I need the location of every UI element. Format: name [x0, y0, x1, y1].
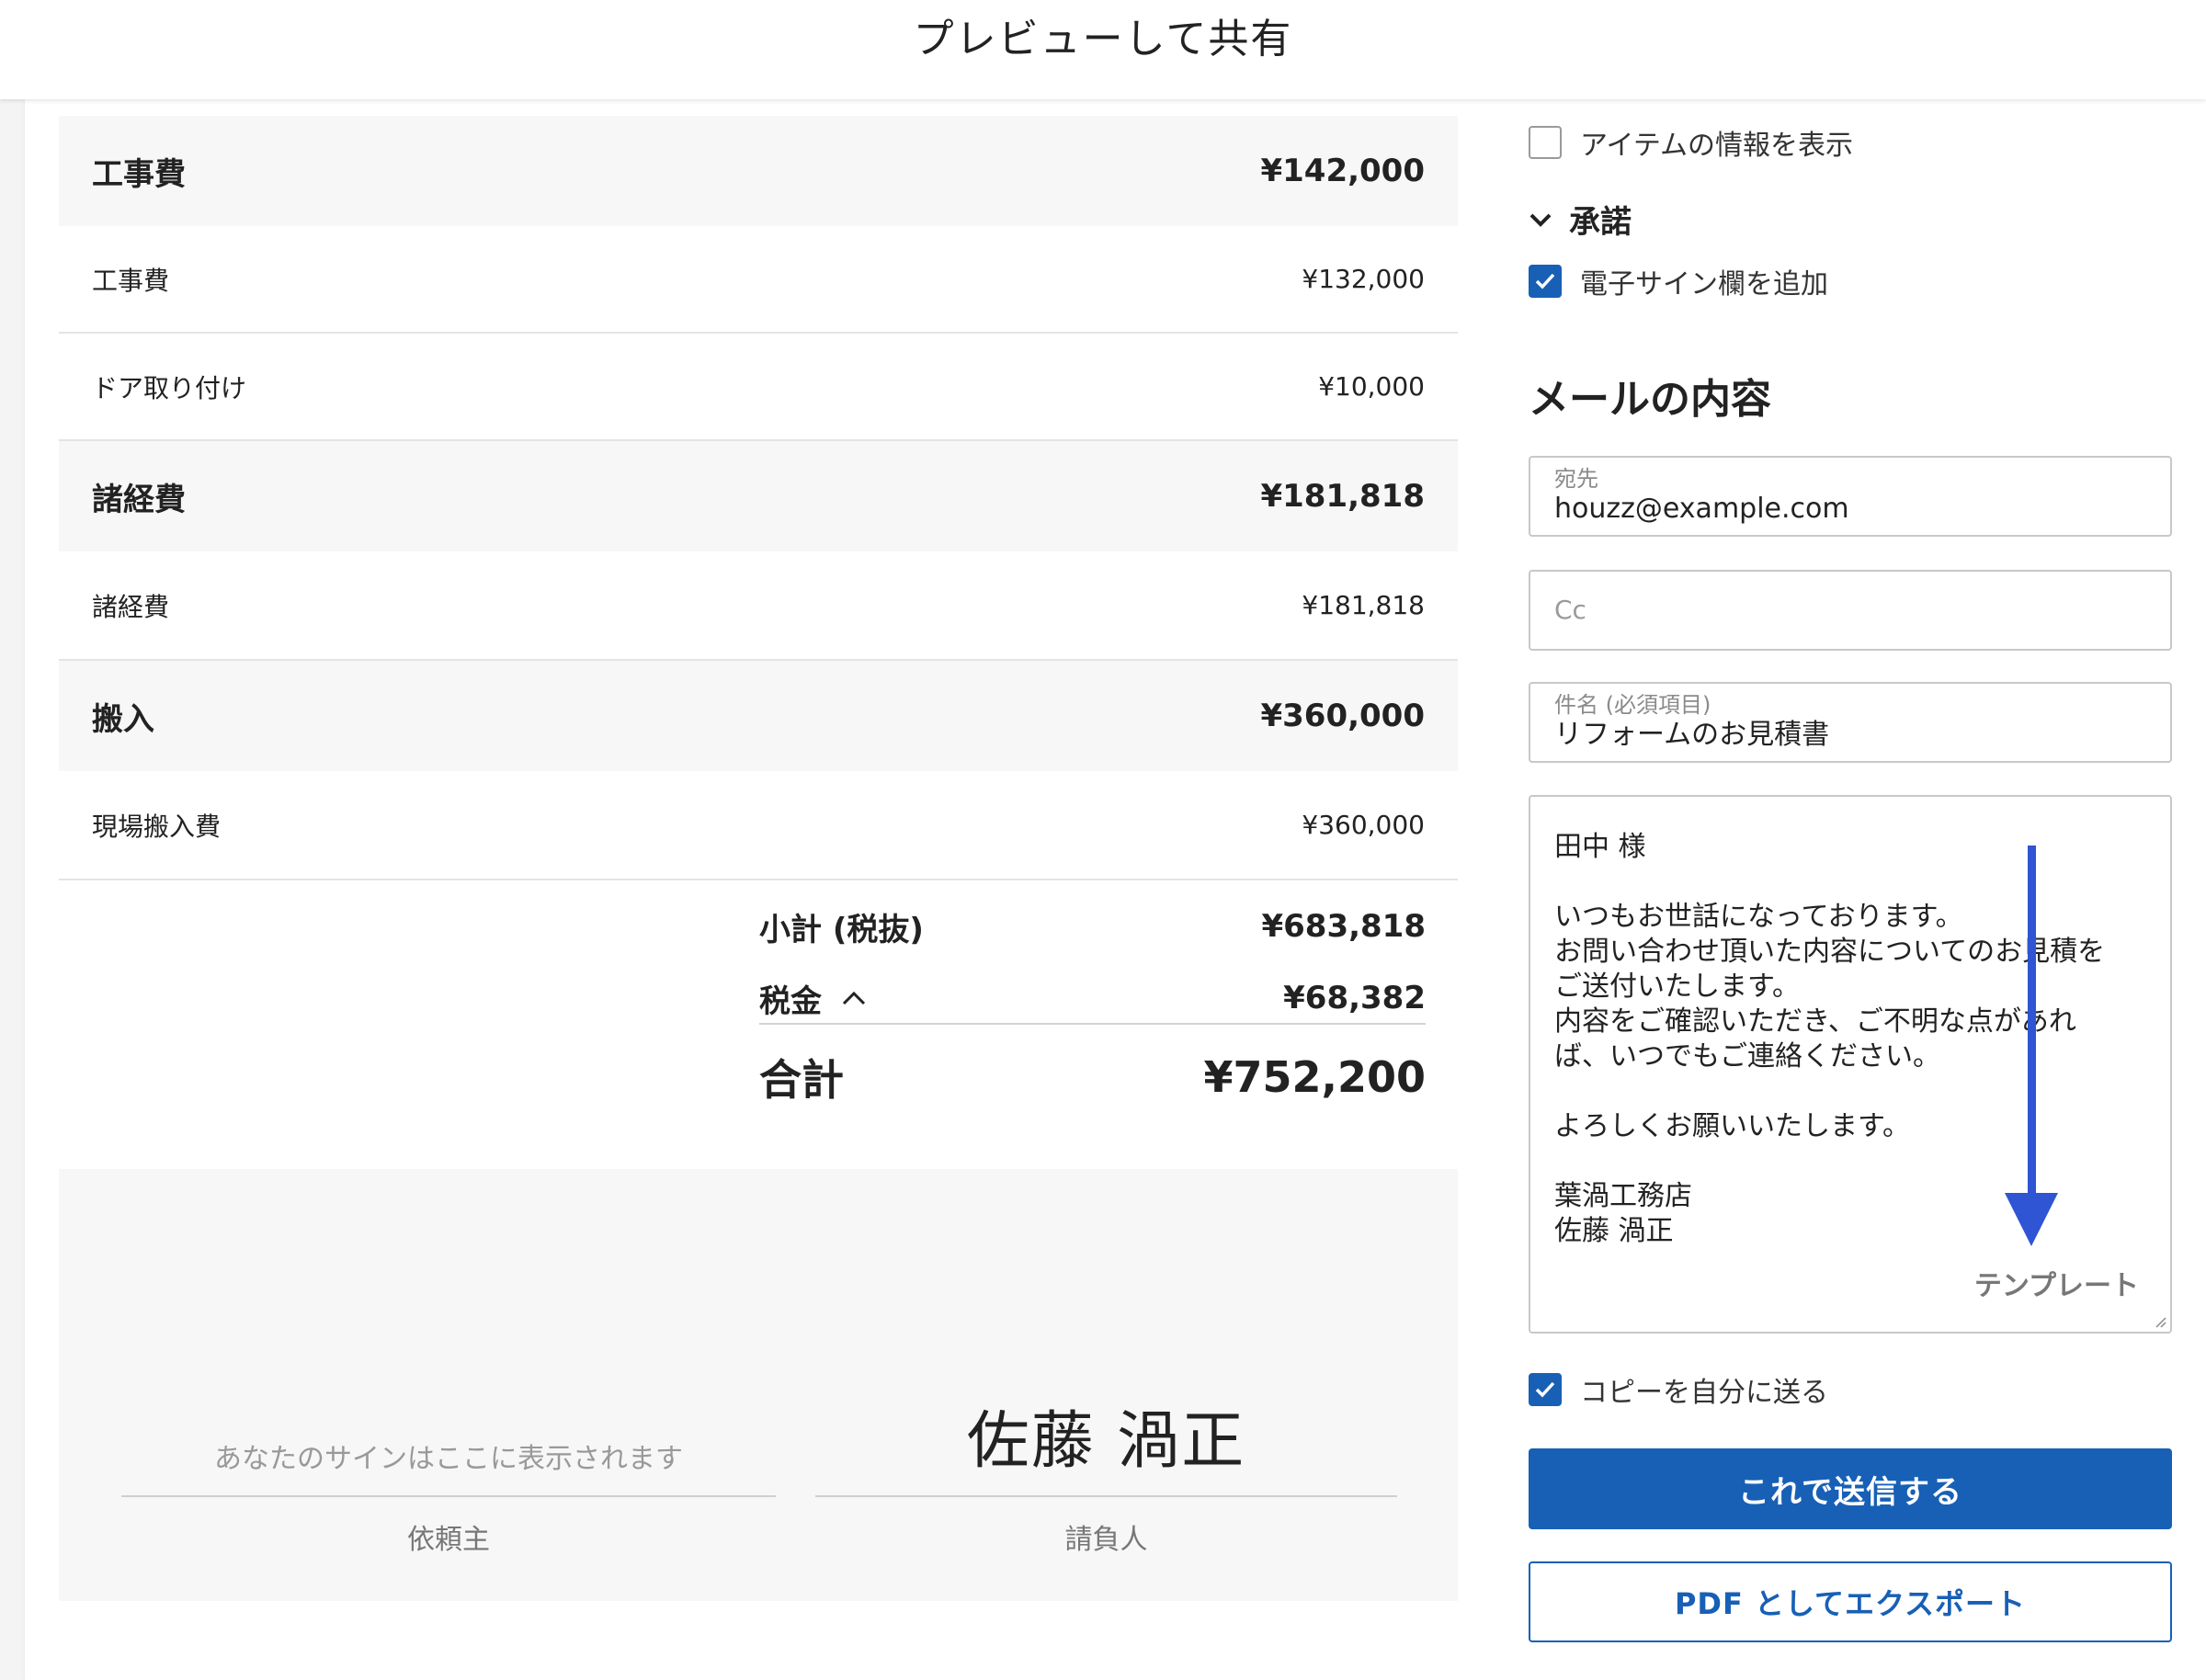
template-link[interactable]: テンプレート	[1974, 1269, 2139, 1304]
add-esign-label: 電子サイン欄を追加	[1580, 268, 1828, 301]
mail-section-title: メールの内容	[1529, 376, 1771, 423]
header-bar: プレビューして共有	[0, 0, 2206, 99]
line-item-row: 工事費 ¥132,000	[59, 226, 1458, 334]
signature-role: 依頼主	[407, 1524, 490, 1556]
group-total: ¥142,000	[1260, 153, 1425, 189]
total-row: 合計 ¥752,200	[759, 1040, 1426, 1114]
group-row-construction: 工事費 ¥142,000	[59, 116, 1458, 226]
tax-toggle[interactable]: 税金	[759, 976, 866, 1021]
line-item-amount: ¥360,000	[1302, 810, 1425, 840]
to-field-value[interactable]: houzz@example.com	[1554, 493, 2146, 526]
subtotal-value: ¥683,818	[1261, 908, 1426, 945]
total-value: ¥752,200	[1203, 1052, 1426, 1102]
group-row-delivery: 搬入 ¥360,000	[59, 661, 1458, 771]
show-item-info-checkbox[interactable]	[1529, 126, 1562, 159]
show-item-info-label: アイテムの情報を表示	[1580, 130, 1853, 162]
group-total: ¥360,000	[1260, 698, 1425, 734]
line-item-amount: ¥181,818	[1302, 590, 1425, 620]
send-button[interactable]: これで送信する	[1529, 1448, 2172, 1529]
group-name: 諸経費	[92, 481, 186, 518]
chevron-up-icon	[842, 984, 866, 1012]
line-item-row: ドア取り付け ¥10,000	[59, 334, 1458, 441]
checkmark-icon	[1535, 273, 1555, 289]
subject-field-label: 件名 (必須項目)	[1554, 692, 1711, 718]
signature-area: あなたのサインはここに表示されます 依頼主 佐藤 渦正 請負人	[59, 1169, 1458, 1601]
tax-value: ¥68,382	[1283, 980, 1426, 1016]
signature-line	[121, 1495, 776, 1497]
copy-to-self-option[interactable]: コピーを自分に送る	[1529, 1369, 1828, 1410]
checkmark-icon	[1535, 1381, 1555, 1398]
show-item-info-option[interactable]: アイテムの情報を表示	[1529, 122, 1853, 163]
approval-section-title: 承諾	[1569, 204, 1632, 241]
approval-section-toggle[interactable]: 承諾	[1529, 197, 1632, 242]
to-field[interactable]: 宛先 houzz@example.com	[1529, 456, 2172, 537]
group-name: 工事費	[92, 155, 186, 193]
line-item-name: 諸経費	[92, 591, 170, 622]
copy-to-self-label: コピーを自分に送る	[1580, 1377, 1828, 1409]
group-name: 搬入	[92, 700, 154, 738]
signature-line	[815, 1495, 1397, 1497]
cc-field-placeholder: Cc	[1554, 595, 1586, 625]
export-pdf-button[interactable]: PDF としてエクスポート	[1529, 1561, 2172, 1642]
page-title: プレビューして共有	[913, 16, 1293, 62]
to-field-label: 宛先	[1554, 466, 1598, 492]
signature-role: 請負人	[1064, 1524, 1148, 1556]
copy-to-self-checkbox[interactable]	[1529, 1373, 1562, 1406]
tax-label: 税金	[759, 982, 822, 1020]
subject-field-value[interactable]: リフォームのお見積書	[1554, 719, 2146, 752]
mail-body-textarea[interactable]: 田中 様 いつもお世話になっております。 お問い合わせ頂いた内容についてのお見積…	[1529, 795, 2172, 1334]
estimate-preview: 工事費 ¥142,000 工事費 ¥132,000 ドア取り付け ¥10,000…	[25, 99, 1492, 1680]
group-total: ¥181,818	[1260, 478, 1425, 515]
contractor-signature-name: 佐藤 渦正	[966, 1405, 1246, 1478]
client-signature: あなたのサインはここに表示されます 依頼主	[121, 1169, 776, 1601]
line-item-name: 現場搬入費	[92, 811, 222, 842]
line-item-name: 工事費	[92, 265, 170, 296]
add-esign-checkbox[interactable]	[1529, 265, 1562, 298]
line-item-amount: ¥132,000	[1302, 264, 1425, 294]
tax-row: 税金 ¥68,382	[759, 971, 1426, 1026]
line-item-row: 諸経費 ¥181,818	[59, 551, 1458, 661]
line-item-name: ドア取り付け	[92, 372, 247, 403]
annotation-arrow-icon	[2005, 846, 2058, 1246]
add-esign-option[interactable]: 電子サイン欄を追加	[1529, 261, 1828, 301]
resize-grip-icon[interactable]	[2152, 1313, 2166, 1328]
subject-field[interactable]: 件名 (必須項目) リフォームのお見積書	[1529, 682, 2172, 763]
group-row-overhead: 諸経費 ¥181,818	[59, 441, 1458, 551]
share-settings-panel: アイテムの情報を表示 承諾 電子サイン欄を追加 メールの内容 宛先 houzz@…	[1492, 99, 2206, 1680]
cc-field[interactable]: Cc	[1529, 570, 2172, 651]
signature-placeholder: あなたのサインはここに表示されます	[214, 1443, 683, 1475]
totals-divider	[759, 1023, 1426, 1025]
line-item-row: 現場搬入費 ¥360,000	[59, 771, 1458, 880]
chevron-down-icon	[1529, 203, 1552, 235]
line-item-amount: ¥10,000	[1318, 371, 1425, 402]
contractor-signature: 佐藤 渦正 請負人	[815, 1169, 1397, 1601]
subtotal-row: 小計 (税抜) ¥683,818	[759, 899, 1426, 954]
subtotal-label: 小計 (税抜)	[759, 911, 924, 948]
total-label: 合計	[759, 1055, 844, 1105]
